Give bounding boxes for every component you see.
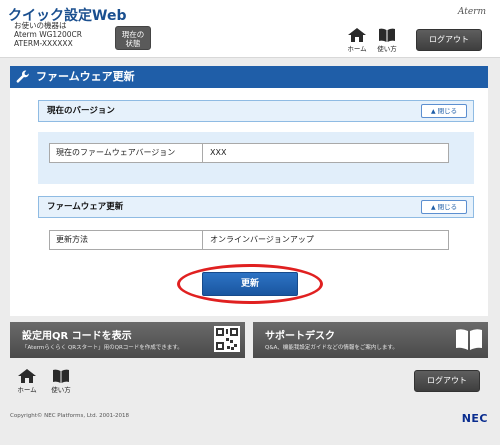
- manual-link[interactable]: 使い方: [374, 28, 400, 53]
- close-firmware-update-button[interactable]: ▲ 閉じる: [421, 200, 467, 214]
- current-version-body: 現在のファームウェアバージョン XXX: [38, 132, 474, 184]
- device-info: お使いの機器は Aterm WG1200CR ATERM-XXXXXX: [14, 21, 82, 48]
- qr-code-icon: [214, 326, 240, 352]
- status-button-line2: 状態: [125, 39, 141, 48]
- support-banner-desc: Q&A、機能我設定ガイドなどの情報をご案内します。: [265, 345, 398, 351]
- footer-manual-link[interactable]: 使い方: [50, 369, 72, 394]
- firmware-update-heading: ファームウェア更新: [47, 202, 124, 212]
- book-icon: [456, 329, 482, 350]
- close-label: 閉じる: [437, 203, 458, 211]
- update-method-value: オンラインバージョンアップ: [210, 235, 314, 244]
- device-label: お使いの機器は: [14, 21, 67, 30]
- aterm-logo: Aterm: [457, 7, 486, 17]
- update-button[interactable]: 更新: [202, 272, 298, 296]
- chevron-up-icon: ▲: [430, 108, 436, 115]
- device-id: ATERM-XXXXXX: [14, 39, 73, 48]
- home-link[interactable]: ホーム: [344, 28, 370, 53]
- footer-home-label: ホーム: [17, 386, 37, 394]
- book-icon: [379, 28, 395, 42]
- logout-button-top[interactable]: ログアウト: [416, 29, 482, 51]
- support-desk-banner[interactable]: サポートデスク Q&A、機能我設定ガイドなどの情報をご案内します。: [253, 322, 488, 358]
- current-version-row: 現在のファームウェアバージョン XXX: [49, 143, 449, 163]
- status-button-line1: 現在の: [121, 30, 145, 39]
- current-status-button[interactable]: 現在の 状態: [115, 26, 151, 50]
- close-label: 閉じる: [437, 107, 458, 115]
- firmware-update-header: ファームウェア更新 ▲ 閉じる: [38, 196, 474, 218]
- current-version-label: 現在のファームウェアバージョン: [50, 144, 203, 162]
- support-banner-title: サポートデスク: [265, 331, 335, 342]
- logout-button-bottom[interactable]: ログアウト: [414, 370, 480, 392]
- home-icon: [348, 28, 366, 42]
- qr-banner-desc: 「Atermらくらく QRスタート」用のQRコードを作成できます。: [22, 345, 183, 351]
- wrench-icon: [16, 70, 29, 83]
- close-current-version-button[interactable]: ▲ 閉じる: [421, 104, 467, 118]
- book-icon: [53, 369, 69, 383]
- header: クイック設定Web お使いの機器は Aterm WG1200CR ATERM-X…: [0, 0, 500, 58]
- footer-manual-label: 使い方: [51, 386, 71, 394]
- copyright-text: Copyright© NEC Platforms, Ltd. 2001-2018: [10, 413, 130, 419]
- chevron-up-icon: ▲: [430, 204, 436, 211]
- update-method-label: 更新方法: [50, 231, 203, 249]
- current-version-header: 現在のバージョン ▲ 閉じる: [38, 100, 474, 122]
- qr-code-banner[interactable]: 設定用QR コードを表示 「Atermらくらく QRスタート」用のQRコードを作…: [10, 322, 245, 358]
- device-model: Aterm WG1200CR: [14, 30, 82, 39]
- manual-label: 使い方: [377, 45, 397, 53]
- current-version-heading: 現在のバージョン: [47, 106, 115, 116]
- update-method-row: 更新方法 オンラインバージョンアップ: [49, 230, 449, 250]
- qr-banner-title: 設定用QR コードを表示: [22, 331, 132, 342]
- page-title-bar: ファームウェア更新: [10, 66, 488, 88]
- current-version-value: XXX: [210, 148, 227, 157]
- nec-logo: NEC: [461, 412, 488, 425]
- home-icon: [18, 369, 36, 383]
- home-label: ホーム: [347, 45, 367, 53]
- page-title: ファームウェア更新: [36, 70, 135, 83]
- firmware-update-body: 更新方法 オンラインバージョンアップ: [38, 221, 474, 257]
- footer-home-link[interactable]: ホーム: [16, 369, 38, 394]
